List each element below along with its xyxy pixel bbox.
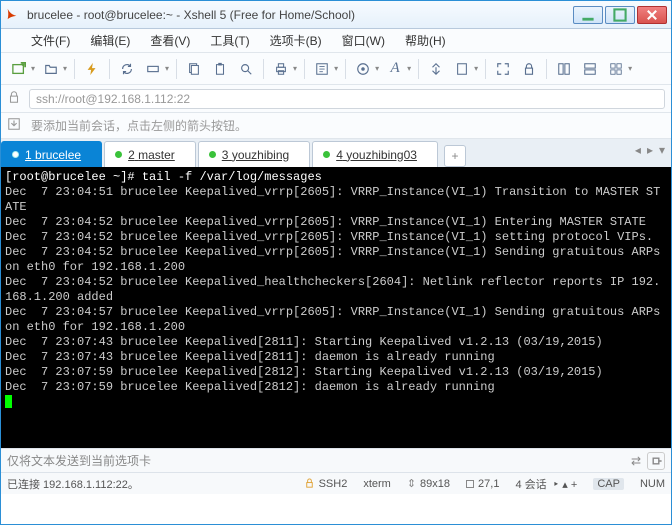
terminal-line: Dec 7 23:04:57 brucelee Keepalived_vrrp[… (5, 305, 667, 335)
tab-prev-icon[interactable]: ◂ (635, 143, 641, 157)
info-bar: 要添加当前会话，点击左侧的箭头按钮。 (1, 113, 671, 139)
send-bar[interactable]: 仅将文本发送到当前选项卡 ⇄ (1, 448, 671, 472)
menu-help[interactable]: 帮助(H) (397, 30, 454, 51)
status-dot-icon (323, 151, 330, 158)
dropdown-icon[interactable]: ▾ (293, 64, 297, 73)
dropdown-icon[interactable]: ▾ (63, 64, 67, 73)
status-cap: CAP (593, 478, 624, 490)
send-hint: 仅将文本发送到当前选项卡 (7, 452, 631, 469)
dropdown-icon[interactable]: ▾ (407, 64, 411, 73)
terminal-line: Dec 7 23:07:59 brucelee Keepalived[2812]… (5, 380, 667, 395)
menubar: 文件(F) 编辑(E) 查看(V) 工具(T) 选项卡(B) 窗口(W) 帮助(… (1, 29, 671, 53)
address-bar: ssh://root@192.168.1.112:22 (1, 85, 671, 113)
terminal-line: Dec 7 23:07:43 brucelee Keepalived[2811]… (5, 350, 667, 365)
minimize-button[interactable] (573, 6, 603, 24)
menu-tabs[interactable]: 选项卡(B) (262, 30, 330, 51)
status-ssh: SSH2 (304, 478, 348, 490)
copy-button[interactable] (182, 57, 206, 81)
print-button[interactable] (269, 57, 293, 81)
script-button[interactable] (450, 57, 474, 81)
tile-grid-button[interactable] (604, 57, 628, 81)
address-input[interactable]: ssh://root@192.168.1.112:22 (29, 89, 665, 109)
tile-vertical-button[interactable] (578, 57, 602, 81)
menu-file[interactable]: 文件(F) (23, 30, 78, 51)
terminal[interactable]: [root@brucelee ~]# tail -f /var/log/mess… (1, 167, 671, 448)
tile-horizontal-button[interactable] (552, 57, 576, 81)
toolbar: ▾ ▾ ▾ ▾ ▾ ▾ A▾ ▾ ▾ (1, 53, 671, 85)
terminal-line: Dec 7 23:04:52 brucelee Keepalived_healt… (5, 275, 667, 305)
app-icon (5, 7, 21, 23)
terminal-line: Dec 7 23:07:59 brucelee Keepalived[2812]… (5, 365, 667, 380)
menu-tools[interactable]: 工具(T) (202, 30, 257, 51)
maximize-button[interactable] (605, 6, 635, 24)
disconnect-button[interactable] (141, 57, 165, 81)
status-dot-icon (12, 151, 19, 158)
dropdown-icon[interactable]: ▾ (474, 64, 478, 73)
tab-next-icon[interactable]: ▸ (647, 143, 653, 157)
reconnect-button[interactable] (115, 57, 139, 81)
status-num: NUM (640, 478, 665, 490)
status-sessions: 4 会话 ‣ ▴ + (515, 476, 577, 492)
titlebar: brucelee - root@brucelee:~ - Xshell 5 (F… (1, 1, 671, 29)
lock-button[interactable] (517, 57, 541, 81)
properties-button[interactable] (310, 57, 334, 81)
new-tab-button[interactable]: + (444, 145, 466, 167)
status-dot-icon (115, 151, 122, 158)
terminal-line: Dec 7 23:04:52 brucelee Keepalived_vrrp[… (5, 230, 667, 245)
paste-button[interactable] (208, 57, 232, 81)
dropdown-icon[interactable]: ▾ (628, 64, 632, 73)
find-button[interactable] (234, 57, 258, 81)
new-session-button[interactable] (7, 57, 31, 81)
font-button[interactable]: A (383, 57, 407, 81)
close-button[interactable] (637, 6, 667, 24)
prompt: [root@brucelee ~]# (5, 170, 142, 184)
window-title: brucelee - root@brucelee:~ - Xshell 5 (F… (27, 8, 573, 22)
dropdown-icon[interactable]: ▾ (165, 64, 169, 73)
session-tabs: 1 brucelee 2 master 3 youzhibing 4 youzh… (1, 139, 671, 167)
status-connection: 已连接 192.168.1.112:22。 (7, 476, 139, 492)
lock-icon (7, 90, 25, 107)
fullscreen-button[interactable] (491, 57, 515, 81)
quick-connect-button[interactable] (80, 57, 104, 81)
terminal-line: Dec 7 23:07:43 brucelee Keepalived[2811]… (5, 335, 667, 350)
send-mode-icon[interactable]: ⇄ (631, 454, 641, 468)
status-pos: 27,1 (466, 478, 499, 490)
terminal-line: Dec 7 23:04:52 brucelee Keepalived_vrrp[… (5, 215, 667, 230)
menu-window[interactable]: 窗口(W) (334, 30, 393, 51)
send-exit-button[interactable] (647, 452, 665, 470)
status-bar: 已连接 192.168.1.112:22。 SSH2 xterm ⇕89x18 … (1, 472, 671, 494)
dropdown-icon[interactable]: ▾ (31, 64, 35, 73)
command-text: tail -f /var/log/messages (142, 170, 322, 184)
menu-edit[interactable]: 编辑(E) (82, 30, 138, 51)
cursor (5, 395, 12, 408)
tab-master[interactable]: 2 master (104, 141, 196, 167)
info-text: 要添加当前会话，点击左侧的箭头按钮。 (31, 117, 247, 134)
terminal-line: Dec 7 23:04:52 brucelee Keepalived_vrrp[… (5, 245, 667, 275)
address-text: ssh://root@192.168.1.112:22 (36, 92, 190, 106)
status-dot-icon (209, 151, 216, 158)
status-term: xterm (363, 478, 391, 490)
arrow-save-icon[interactable] (7, 117, 25, 134)
tab-brucelee[interactable]: 1 brucelee (1, 141, 102, 167)
dropdown-icon[interactable]: ▾ (375, 64, 379, 73)
color-scheme-button[interactable] (351, 57, 375, 81)
transfer-button[interactable] (424, 57, 448, 81)
status-size: ⇕89x18 (407, 477, 450, 490)
open-button[interactable] (39, 57, 63, 81)
tab-list-icon[interactable]: ▾ (659, 143, 665, 157)
terminal-line: Dec 7 23:04:51 brucelee Keepalived_vrrp[… (5, 185, 667, 215)
tab-youzhibing[interactable]: 3 youzhibing (198, 141, 310, 167)
dropdown-icon[interactable]: ▾ (334, 64, 338, 73)
menu-view[interactable]: 查看(V) (142, 30, 198, 51)
tab-youzhibing03[interactable]: 4 youzhibing03 (312, 141, 438, 167)
